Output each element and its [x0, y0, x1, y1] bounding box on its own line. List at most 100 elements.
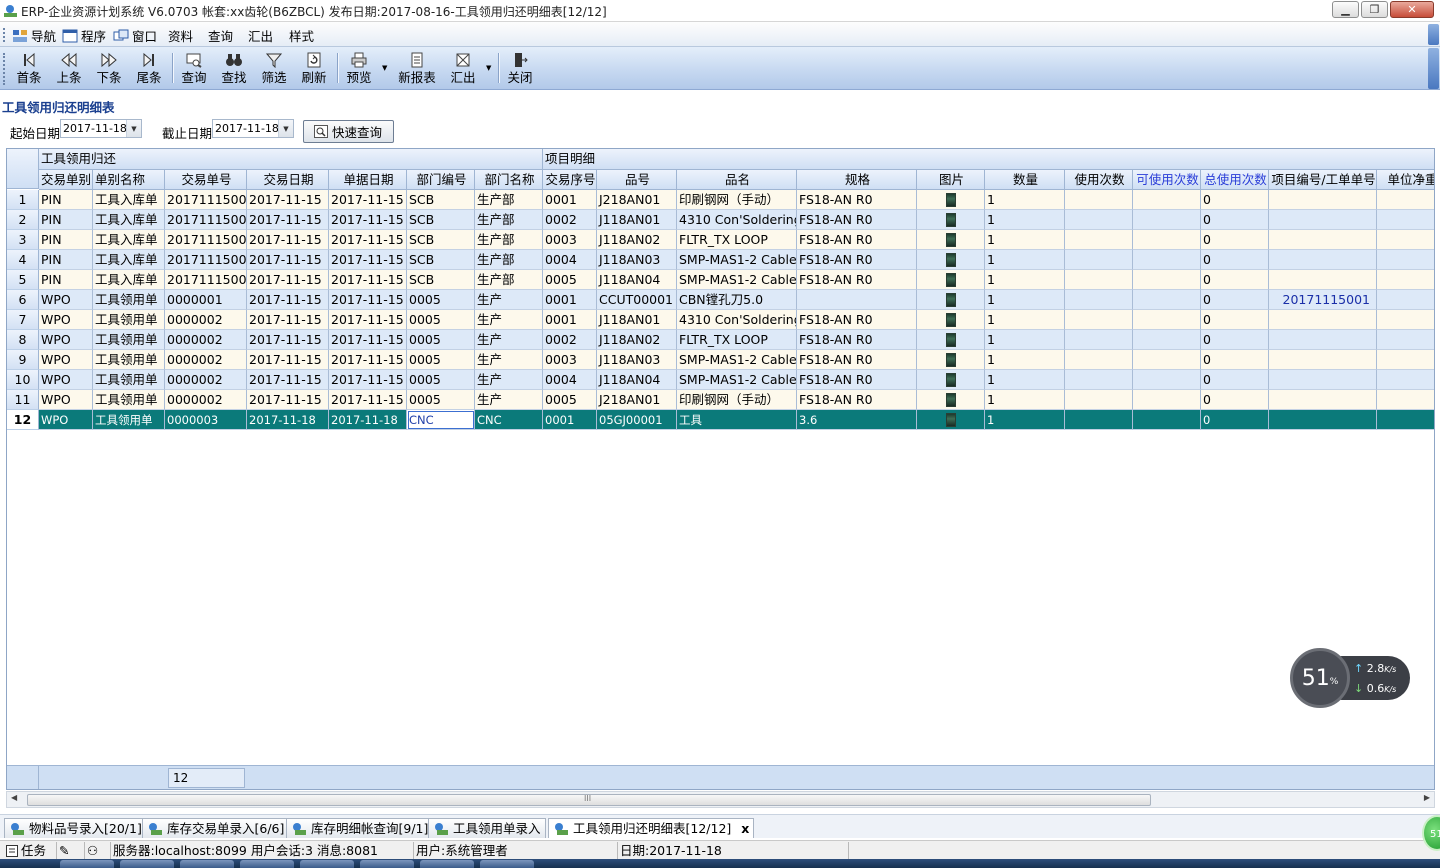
table-cell[interactable]: FS18-AN R0 [797, 310, 917, 330]
table-cell[interactable]: 20171115001 [165, 230, 247, 250]
table-cell[interactable] [1133, 350, 1201, 370]
table-cell[interactable] [1133, 390, 1201, 410]
column-header[interactable]: 单位净重 [1377, 170, 1434, 190]
table-cell[interactable]: 工具入库单 [93, 190, 165, 210]
table-cell[interactable] [1269, 210, 1377, 230]
table-cell[interactable] [1133, 190, 1201, 210]
menu-data[interactable]: 资料 [168, 26, 193, 45]
prev-record-button[interactable]: 上条 [52, 50, 86, 88]
filter-button[interactable]: 筛选 [257, 50, 291, 88]
table-cell[interactable]: 工具领用单 [93, 290, 165, 310]
table-cell[interactable]: 0000001 [165, 290, 247, 310]
table-cell[interactable]: SMP-MAS1-2 Cable A [677, 350, 797, 370]
table-cell[interactable]: 0001 [543, 190, 597, 210]
column-header[interactable]: 项目编号/工单单号 [1269, 170, 1377, 190]
table-cell[interactable] [917, 330, 985, 350]
table-cell[interactable]: 0 [1201, 310, 1269, 330]
close-tab-icon[interactable]: x [741, 820, 749, 838]
row-number[interactable]: 10 [7, 370, 39, 390]
row-number[interactable]: 3 [7, 230, 39, 250]
table-cell[interactable]: WPO [39, 370, 93, 390]
network-speed-widget[interactable]: 51% ↑ 2.8K/s ↓ 0.6K/s [1290, 648, 1410, 708]
table-cell[interactable]: 20171115001 [165, 250, 247, 270]
table-cell[interactable] [1377, 270, 1434, 290]
data-grid[interactable]: 工具领用归还 项目明细 交易单别 单别名称 交易单号 交易日期 单据日期 部门编号 部门名称 交易… [6, 148, 1435, 790]
table-cell[interactable]: 1 [985, 350, 1065, 370]
table-cell[interactable]: 3.6 [797, 410, 917, 430]
table-cell[interactable]: FS18-AN R0 [797, 190, 917, 210]
table-cell[interactable]: 1 [985, 330, 1065, 350]
table-cell[interactable] [917, 390, 985, 410]
table-cell[interactable]: 0005 [407, 350, 475, 370]
table-cell[interactable]: 工具入库单 [93, 250, 165, 270]
menu-window[interactable]: 窗口 [113, 26, 157, 45]
table-cell[interactable] [1377, 230, 1434, 250]
table-cell[interactable]: 4310 Con'Soldering j [677, 310, 797, 330]
column-header[interactable]: 单据日期 [329, 170, 407, 190]
column-header[interactable]: 可使用次数 [1133, 170, 1201, 190]
table-cell[interactable]: 1 [985, 390, 1065, 410]
column-header[interactable]: 品号 [597, 170, 677, 190]
table-cell[interactable]: FS18-AN R0 [797, 350, 917, 370]
table-cell[interactable]: PIN [39, 250, 93, 270]
table-cell[interactable]: 0001 [543, 310, 597, 330]
table-cell[interactable]: 0000002 [165, 330, 247, 350]
table-cell[interactable]: SMP-MAS1-2 Cable A [677, 270, 797, 290]
menu-overflow-button[interactable] [1428, 24, 1439, 45]
close-window-button[interactable]: ✕ [1390, 1, 1434, 18]
table-cell[interactable] [1377, 250, 1434, 270]
table-cell[interactable]: 2017-11-15 [329, 250, 407, 270]
table-cell[interactable]: 0000002 [165, 310, 247, 330]
table-cell[interactable]: 0 [1201, 270, 1269, 290]
table-cell[interactable]: FS18-AN R0 [797, 390, 917, 410]
table-cell[interactable]: SMP-MAS1-2 Cable A [677, 250, 797, 270]
last-record-button[interactable]: 尾条 [132, 50, 166, 88]
table-cell[interactable]: J118AN04 [597, 370, 677, 390]
table-cell[interactable]: 2017-11-15 [329, 230, 407, 250]
table-cell[interactable]: J118AN01 [597, 310, 677, 330]
table-cell[interactable] [1133, 210, 1201, 230]
table-cell[interactable]: FS18-AN R0 [797, 370, 917, 390]
table-cell[interactable]: J218AN01 [597, 390, 677, 410]
table-cell[interactable] [1065, 350, 1133, 370]
table-cell[interactable]: 2017-11-15 [247, 230, 329, 250]
table-cell[interactable] [1269, 330, 1377, 350]
table-cell[interactable]: SCB [407, 230, 475, 250]
table-cell[interactable]: SCB [407, 210, 475, 230]
menu-style[interactable]: 样式 [289, 26, 314, 45]
table-cell[interactable]: 工具领用单 [93, 370, 165, 390]
row-number[interactable]: 11 [7, 390, 39, 410]
document-tab[interactable]: 工具领用归还明细表[12/12] x [548, 818, 755, 838]
table-cell[interactable]: 2017-11-15 [329, 310, 407, 330]
table-cell[interactable]: PIN [39, 270, 93, 290]
table-cell[interactable]: 2017-11-18 [329, 410, 407, 430]
document-tab[interactable]: 物料品号录入[20/1] [4, 818, 147, 838]
column-header[interactable]: 规格 [797, 170, 917, 190]
image-thumbnail-icon[interactable] [946, 313, 956, 327]
table-cell[interactable]: 2017-11-15 [247, 330, 329, 350]
image-thumbnail-icon[interactable] [946, 413, 956, 427]
table-cell[interactable]: 1 [985, 270, 1065, 290]
table-cell[interactable]: 0003 [543, 230, 597, 250]
table-cell[interactable] [1133, 310, 1201, 330]
table-cell[interactable]: SCB [407, 190, 475, 210]
table-cell[interactable]: 0 [1201, 290, 1269, 310]
table-cell[interactable]: 4310 Con'Soldering j [677, 210, 797, 230]
table-cell[interactable] [917, 230, 985, 250]
table-cell[interactable]: SCB [407, 270, 475, 290]
table-cell[interactable]: 生产 [475, 330, 543, 350]
scroll-right-icon[interactable]: ▶ [1424, 793, 1430, 802]
column-header[interactable]: 交易日期 [247, 170, 329, 190]
table-cell[interactable]: FS18-AN R0 [797, 270, 917, 290]
table-cell[interactable] [1377, 390, 1434, 410]
table-cell[interactable]: 工具入库单 [93, 230, 165, 250]
table-cell[interactable]: J118AN02 [597, 330, 677, 350]
table-cell[interactable]: 2017-11-15 [247, 290, 329, 310]
table-cell[interactable]: 2017-11-15 [329, 350, 407, 370]
table-cell[interactable]: 1 [985, 310, 1065, 330]
table-cell[interactable]: 0 [1201, 330, 1269, 350]
table-cell[interactable]: 1 [985, 250, 1065, 270]
table-cell[interactable]: 生产部 [475, 250, 543, 270]
taskbar-item[interactable] [180, 860, 234, 868]
table-cell[interactable]: 2017-11-18 [247, 410, 329, 430]
